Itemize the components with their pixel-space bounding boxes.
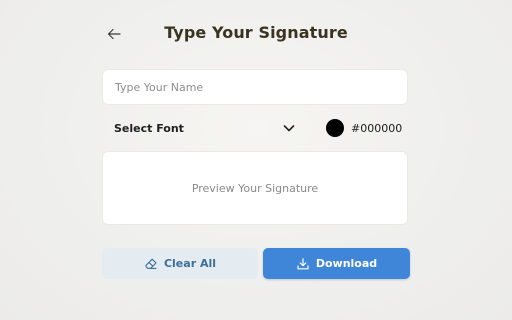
font-select[interactable]: Select Font — [102, 112, 306, 144]
font-select-label: Select Font — [114, 121, 184, 135]
signature-page: Type Your Signature Select Font #000000 … — [0, 0, 512, 320]
color-value: #000000 — [351, 121, 403, 135]
download-button[interactable]: Download — [263, 248, 410, 279]
color-picker[interactable]: #000000 — [316, 112, 410, 144]
eraser-icon — [144, 257, 158, 271]
header: Type Your Signature — [102, 18, 410, 50]
color-swatch[interactable] — [326, 119, 344, 137]
page-title: Type Your Signature — [164, 23, 348, 42]
name-input[interactable] — [102, 69, 408, 105]
clear-all-button[interactable]: Clear All — [102, 248, 258, 279]
signature-preview: Preview Your Signature — [102, 151, 408, 225]
clear-all-label: Clear All — [163, 257, 217, 270]
preview-placeholder: Preview Your Signature — [191, 181, 319, 195]
download-label: Download — [315, 257, 378, 270]
chevron-down-icon — [283, 125, 295, 132]
download-icon — [296, 257, 310, 271]
